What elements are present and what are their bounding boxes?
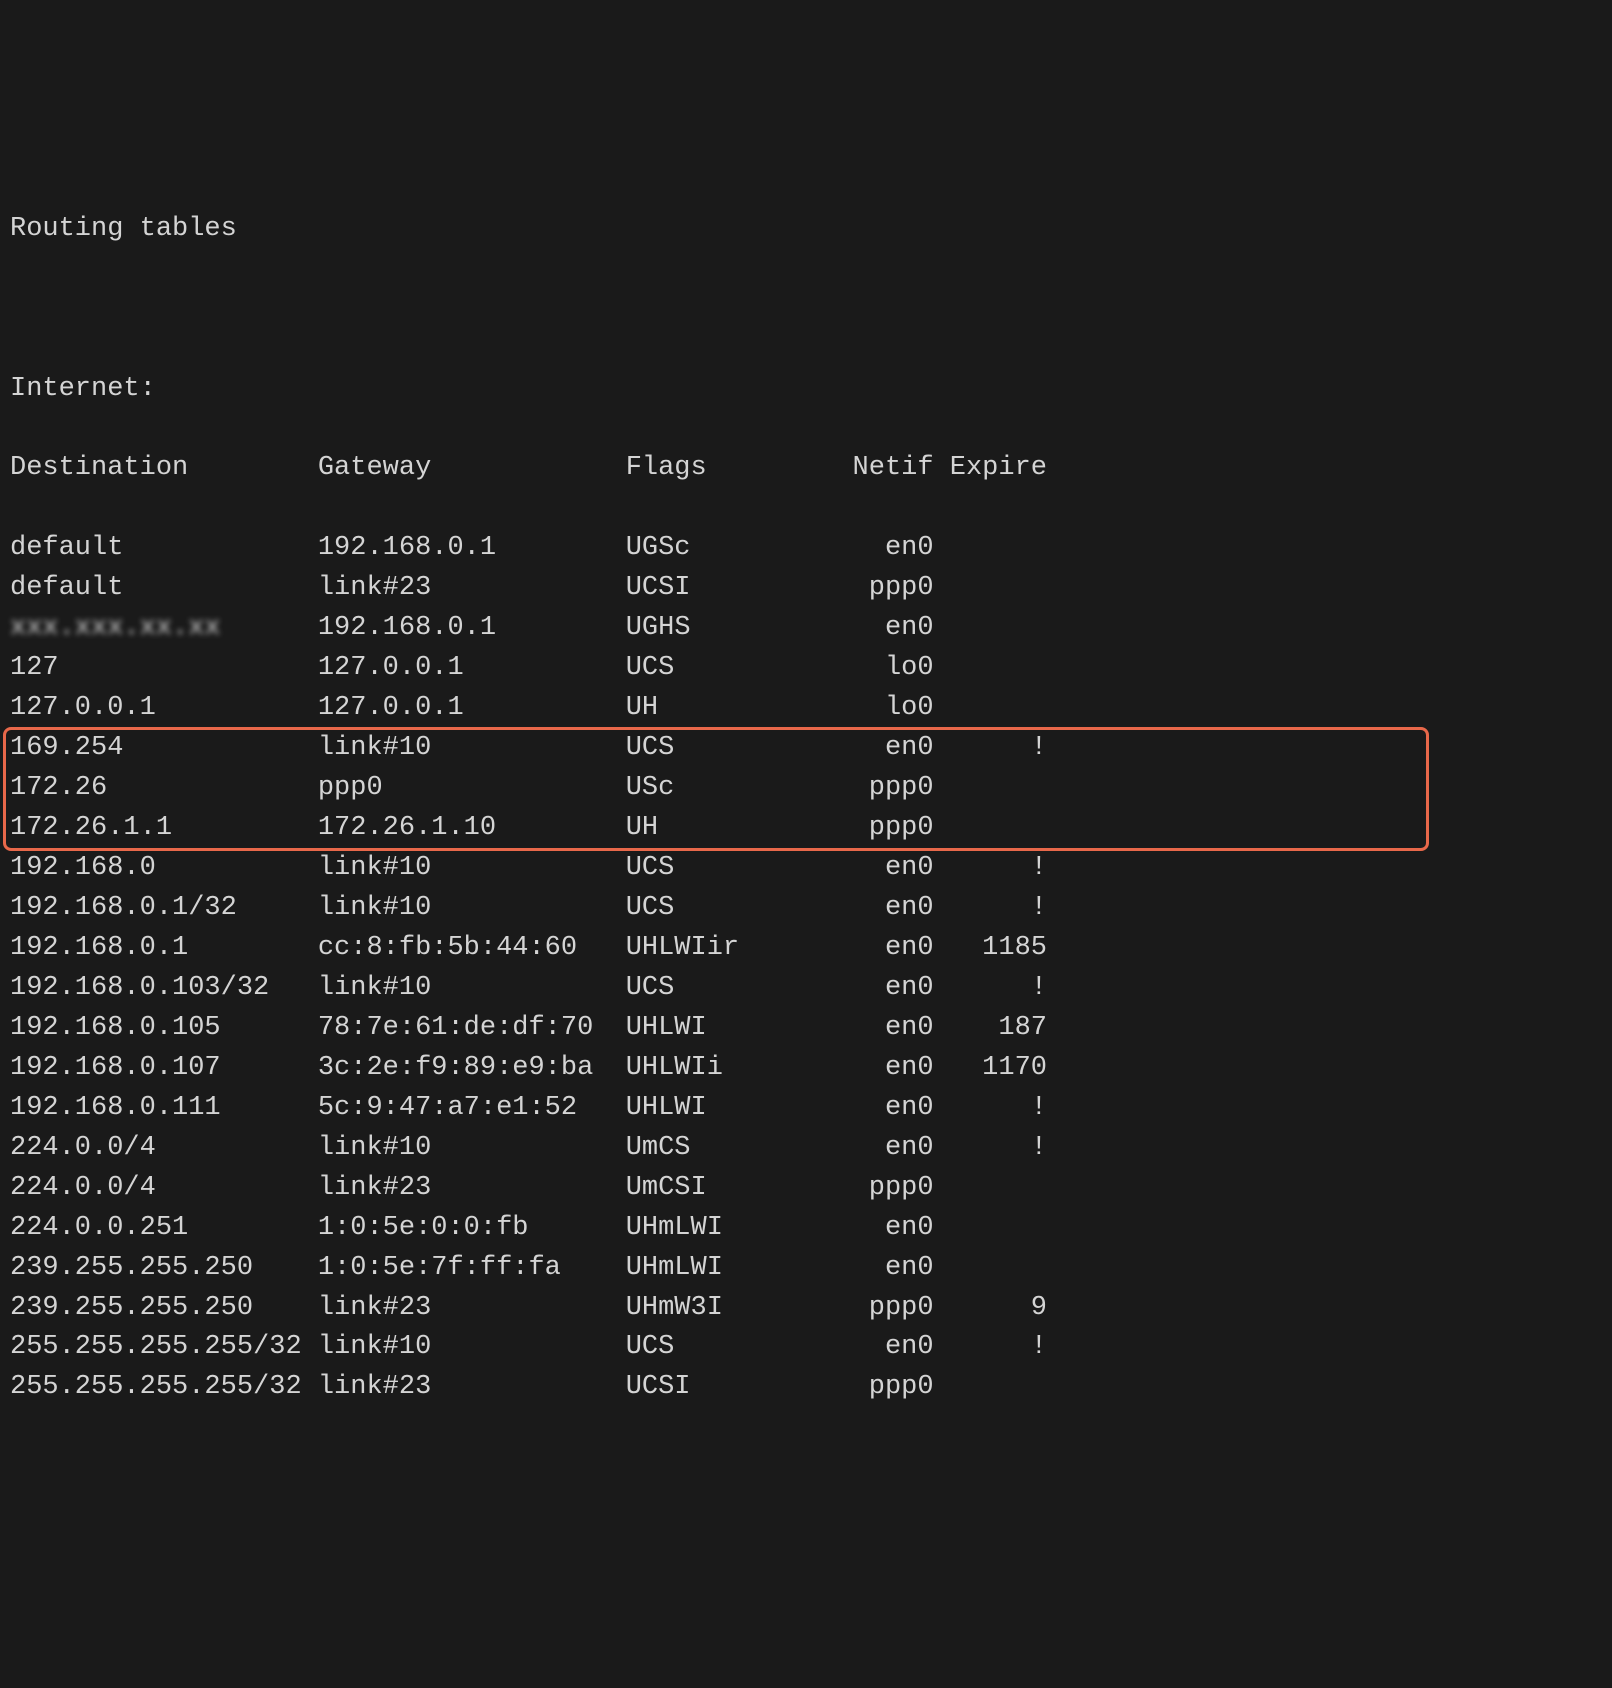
title-line: Routing tables	[10, 210, 1602, 250]
table-row: 224.0.0/4 link#10 UmCS en0 !	[10, 1129, 1602, 1169]
table-row: 239.255.255.250 link#23 UHmW3I ppp0 9	[10, 1289, 1602, 1329]
redacted-text: xxx.xxx.xx.xx	[10, 609, 221, 649]
table-row: 239.255.255.250 1:0:5e:7f:ff:fa UHmLWI e…	[10, 1249, 1602, 1289]
table-row: 255.255.255.255/32 link#23 UCSI ppp0	[10, 1368, 1602, 1408]
terminal-output: Routing tables Internet: Destination Gat…	[10, 170, 1602, 1488]
header-line: Destination Gateway Flags Netif Expire	[10, 449, 1602, 489]
table-row: default link#23 UCSI ppp0	[10, 569, 1602, 609]
table-row: 192.168.0.105 78:7e:61:de:df:70 UHLWI en…	[10, 1009, 1602, 1049]
table-row: 127 127.0.0.1 UCS lo0	[10, 649, 1602, 689]
table-row: 169.254 link#10 UCS en0 !	[10, 729, 1602, 769]
table-row: 127.0.0.1 127.0.0.1 UH lo0	[10, 689, 1602, 729]
rows-container: default 192.168.0.1 UGSc en0 default lin…	[10, 529, 1602, 1408]
table-row: 192.168.0.103/32 link#10 UCS en0 !	[10, 969, 1602, 1009]
table-row: 224.0.0/4 link#23 UmCSI ppp0	[10, 1169, 1602, 1209]
table-row: 192.168.0 link#10 UCS en0 !	[10, 849, 1602, 889]
blank-line	[10, 290, 1602, 330]
table-row: 172.26.1.1 172.26.1.10 UH ppp0	[10, 809, 1602, 849]
section-line: Internet:	[10, 370, 1602, 410]
table-row: xxx.xxx.xx.xx 192.168.0.1 UGHS en0	[10, 609, 1602, 649]
table-row: 192.168.0.107 3c:2e:f9:89:e9:ba UHLWIi e…	[10, 1049, 1602, 1089]
table-row: 224.0.0.251 1:0:5e:0:0:fb UHmLWI en0	[10, 1209, 1602, 1249]
table-row: default 192.168.0.1 UGSc en0	[10, 529, 1602, 569]
table-row: 172.26 ppp0 USc ppp0	[10, 769, 1602, 809]
table-row: 192.168.0.111 5c:9:47:a7:e1:52 UHLWI en0…	[10, 1089, 1602, 1129]
table-row: 255.255.255.255/32 link#10 UCS en0 !	[10, 1328, 1602, 1368]
table-row: 192.168.0.1/32 link#10 UCS en0 !	[10, 889, 1602, 929]
table-row: 192.168.0.1 cc:8:fb:5b:44:60 UHLWIir en0…	[10, 929, 1602, 969]
